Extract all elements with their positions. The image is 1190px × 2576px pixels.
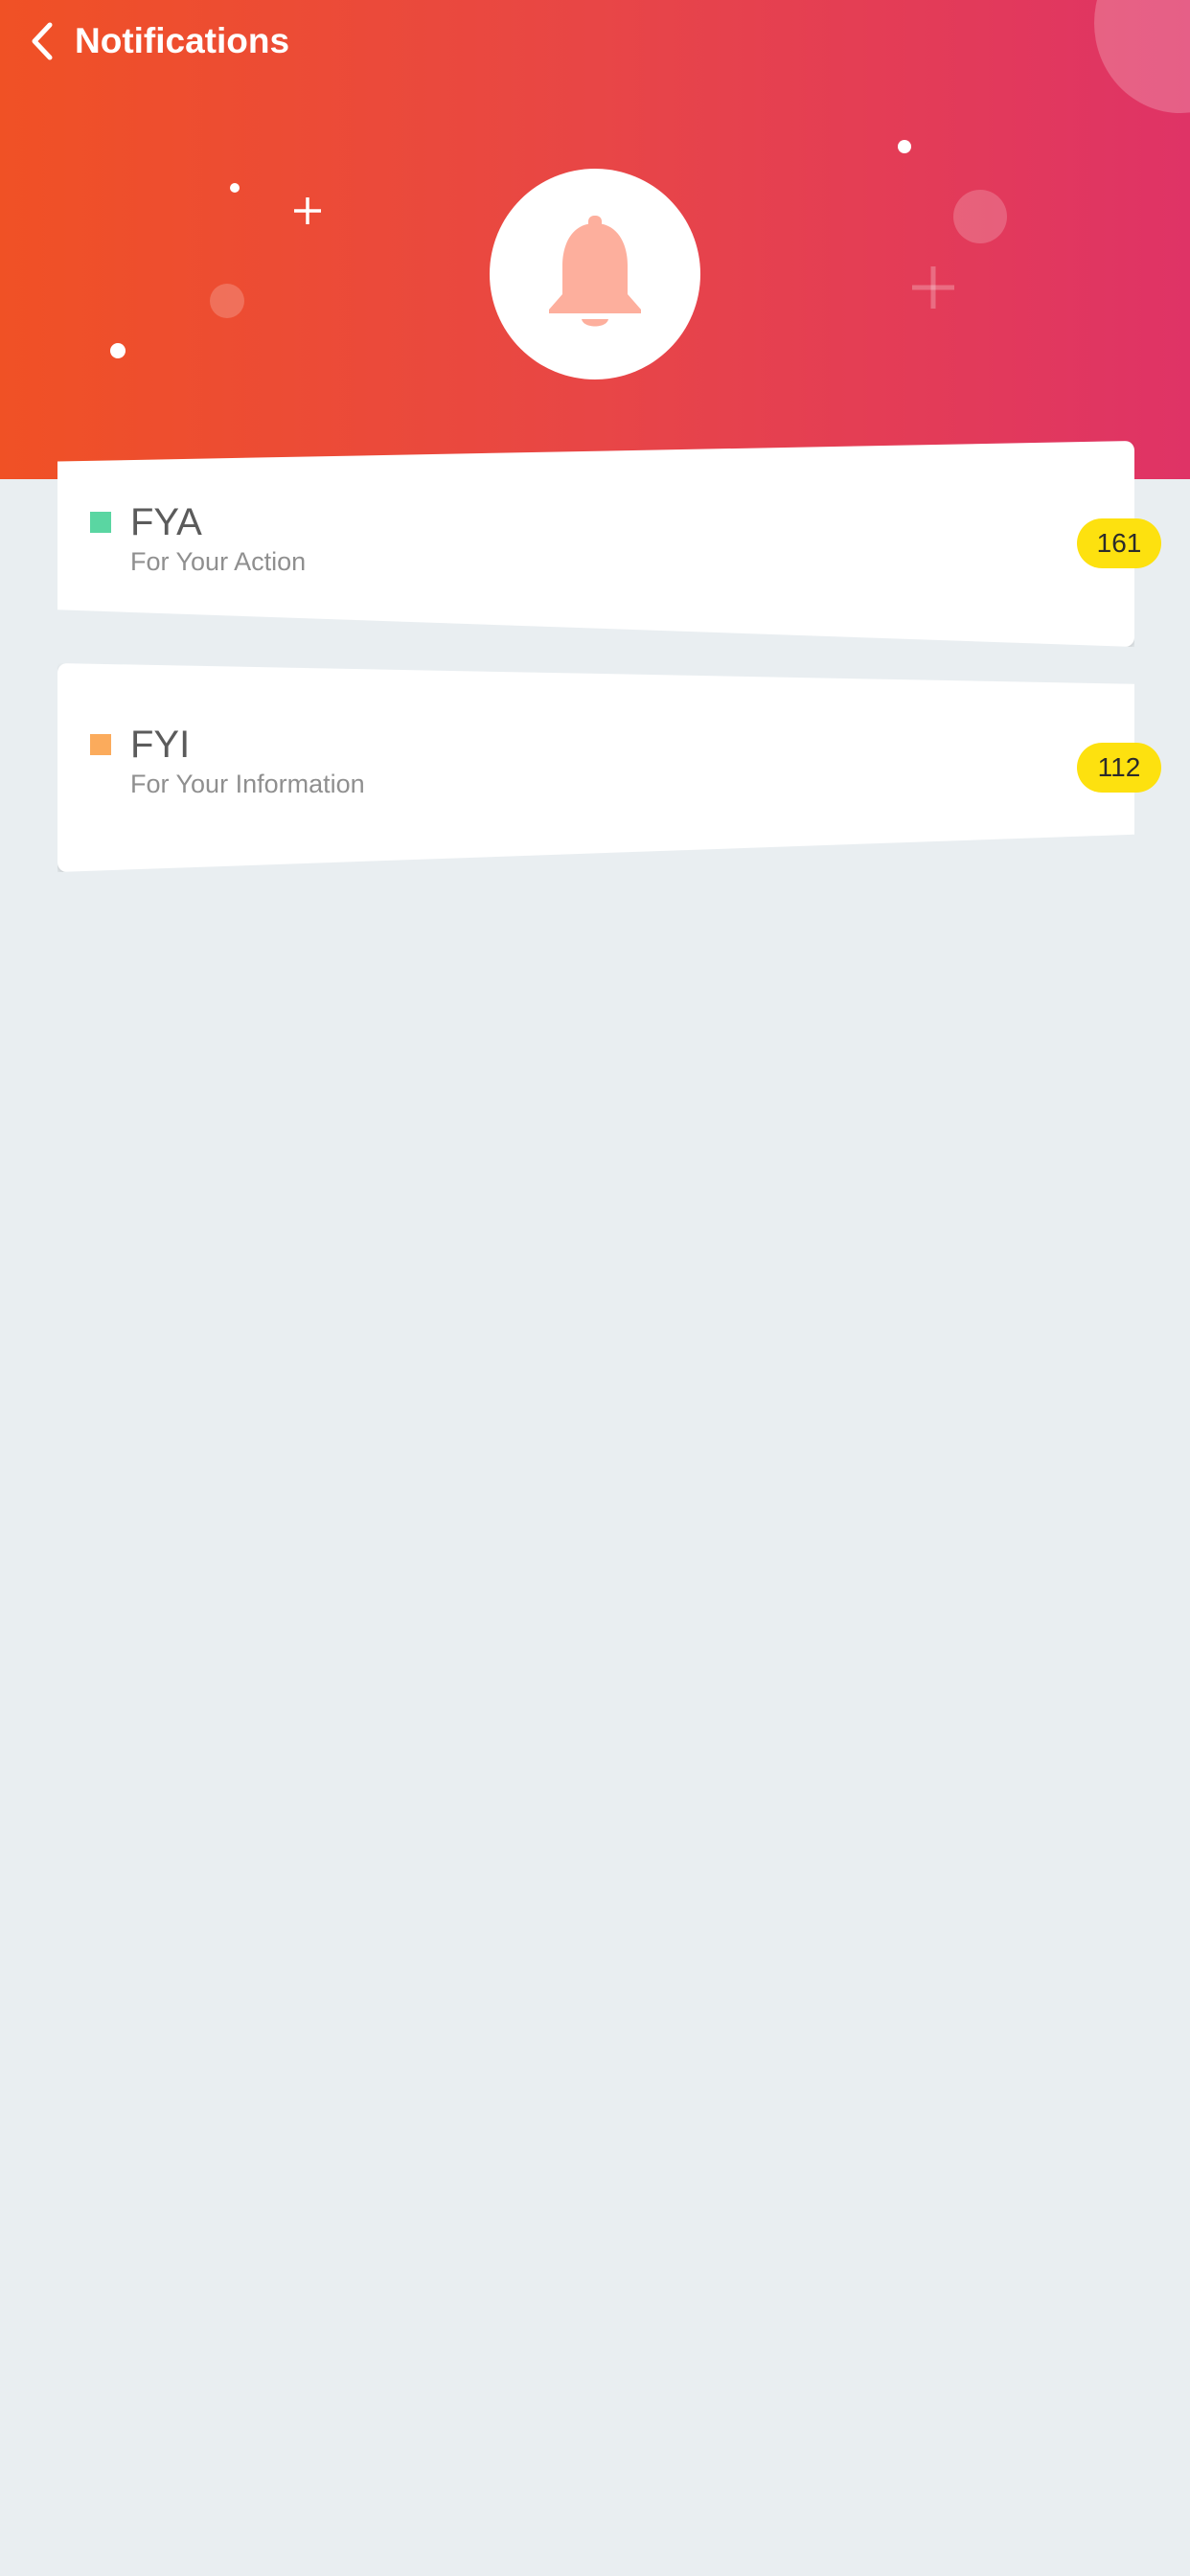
decor-dot	[230, 183, 240, 193]
decor-circle	[210, 284, 244, 318]
decor-circle	[953, 190, 1007, 243]
back-button[interactable]	[21, 17, 63, 65]
header-banner: Notifications	[0, 0, 1190, 479]
status-marker	[90, 512, 111, 533]
card-subtitle: For Your Action	[130, 547, 307, 576]
page-title: Notifications	[75, 21, 290, 60]
card-subtitle: For Your Information	[130, 770, 365, 798]
card-title: FYI	[130, 724, 191, 766]
bell-icon	[549, 216, 641, 327]
card-title: FYA	[130, 501, 202, 543]
count-badge[interactable]: 112	[1077, 743, 1161, 793]
chevron-left-icon	[32, 22, 53, 60]
decor-plus-icon	[912, 266, 954, 309]
status-marker	[90, 734, 111, 755]
count-badge[interactable]: 161	[1077, 518, 1161, 568]
decor-circle-top-right	[1094, 0, 1190, 113]
notification-card-fya[interactable]: FYA For Your Action	[57, 441, 1134, 647]
decor-dot	[898, 140, 911, 153]
bell-badge-circle	[490, 169, 700, 380]
notification-card-fyi[interactable]: FYI For Your Information	[57, 663, 1134, 872]
decor-plus-icon	[294, 197, 321, 224]
decor-dot	[110, 343, 126, 358]
